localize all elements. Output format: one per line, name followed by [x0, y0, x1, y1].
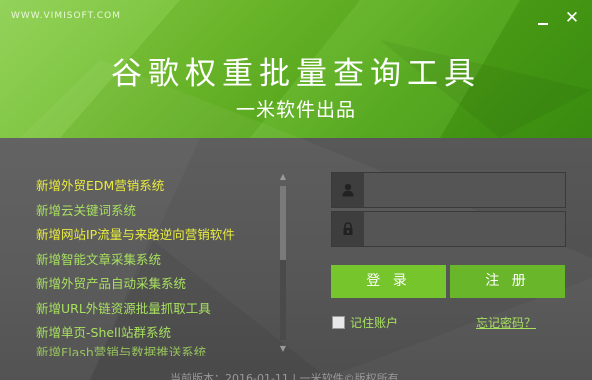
scroll-track[interactable] — [280, 186, 286, 340]
app-title: 谷歌权重批量查询工具 — [111, 56, 481, 92]
close-button[interactable]: ✕ — [563, 9, 581, 27]
remember-checkbox[interactable] — [332, 316, 345, 329]
feature-list-item[interactable]: 新增网站IP流量与来路逆向营销软件 — [36, 223, 276, 248]
lock-icon-cell — [332, 212, 364, 246]
version-footer: 当前版本：2016-01-11 | 一米软件©版权所有 — [170, 372, 399, 380]
feature-list-item[interactable]: 新增Flash营销与数据推送系统 — [36, 346, 276, 356]
scroll-thumb[interactable] — [280, 186, 286, 260]
user-icon-cell — [332, 173, 364, 207]
remember-label[interactable]: 记住账户 — [350, 314, 398, 331]
header-banner: WWW.VIMISOFT.COM ✕ 谷歌权重批量查询工具 一米软件出品 — [0, 0, 592, 138]
password-field[interactable] — [331, 211, 566, 247]
app-window: WWW.VIMISOFT.COM ✕ 谷歌权重批量查询工具 一米软件出品 新增外… — [0, 0, 592, 380]
forgot-password-link[interactable]: 忘记密码？ — [476, 314, 536, 331]
feature-list-item[interactable]: 新增URL外链资源批量抓取工具 — [36, 297, 276, 322]
login-panel: 新增外贸EDM营销系统 新增云关键词系统 新增网站IP流量与来路逆向营销软件 新… — [0, 138, 592, 380]
user-icon — [342, 183, 354, 197]
register-button[interactable]: 注 册 — [450, 265, 565, 298]
app-subtitle: 一米软件出品 — [235, 99, 356, 121]
feature-list-item[interactable]: 新增单页-Shell站群系统 — [36, 321, 276, 346]
feature-list-scrollbar[interactable]: ▲ ▼ — [276, 172, 290, 354]
feature-list-item[interactable]: 新增智能文章采集系统 — [36, 248, 276, 273]
feature-list-item[interactable]: 新增外贸EDM营销系统 — [36, 174, 276, 199]
feature-list-item[interactable]: 新增云关键词系统 — [36, 199, 276, 224]
feature-list-item[interactable]: 新增外贸产品自动采集系统 — [36, 272, 276, 297]
feature-list: 新增外贸EDM营销系统 新增云关键词系统 新增网站IP流量与来路逆向营销软件 新… — [36, 174, 276, 356]
minimize-button[interactable] — [535, 12, 551, 28]
login-button[interactable]: 登 录 — [331, 265, 446, 298]
scroll-down-icon[interactable]: ▼ — [278, 344, 288, 354]
username-field[interactable] — [331, 172, 566, 208]
lock-icon — [343, 222, 353, 235]
site-url: WWW.VIMISOFT.COM — [11, 11, 121, 21]
scroll-up-icon[interactable]: ▲ — [278, 172, 288, 182]
